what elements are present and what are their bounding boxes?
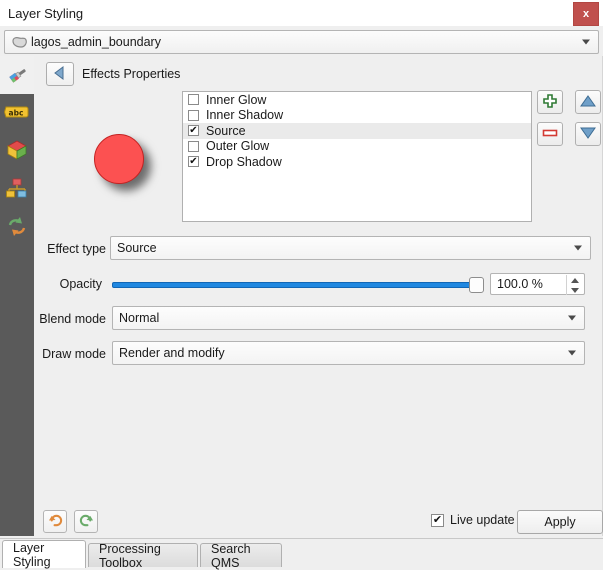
move-up-button[interactable] [575, 90, 601, 114]
effect-type-combo[interactable]: Source [110, 236, 591, 260]
draw-mode-label: Draw mode [42, 347, 106, 361]
undo-button[interactable] [43, 510, 67, 533]
polygon-layer-icon [10, 35, 28, 49]
tab-label: Layer Styling [13, 540, 51, 569]
draw-mode-row: Draw mode Render and modify [34, 341, 603, 368]
move-down-button[interactable] [575, 122, 601, 146]
effect-label: Drop Shadow [206, 154, 282, 169]
styling-sidebar: abc [0, 56, 34, 536]
effects-list[interactable]: Inner Glow Inner Shadow ✔ Source Outer G… [182, 91, 532, 222]
sidebar-item-3d-view[interactable] [0, 132, 34, 170]
tab-layer-styling[interactable]: Layer Styling [2, 540, 86, 569]
history-arrows-icon [5, 214, 29, 241]
spinner-arrows[interactable] [566, 275, 583, 295]
close-icon: x [582, 8, 590, 20]
layer-selector-combo[interactable]: lagos_admin_boundary [4, 30, 599, 54]
blend-mode-combo[interactable]: Normal [112, 306, 585, 330]
spinner-up-icon[interactable] [571, 277, 579, 283]
live-update-check-icon[interactable]: ✔ [431, 513, 444, 527]
opacity-slider[interactable] [112, 277, 484, 293]
undo-arrow-icon [48, 513, 63, 531]
green-plus-icon [542, 93, 558, 112]
effect-label: Source [206, 123, 246, 138]
effect-checkbox[interactable]: ✔ [188, 156, 199, 168]
apply-button[interactable]: Apply [517, 510, 603, 534]
list-item[interactable]: ✔ Source [183, 123, 531, 139]
add-effect-button[interactable] [537, 90, 563, 114]
layer-selector-value: lagos_admin_boundary [31, 35, 161, 49]
preview-circle-shape [94, 134, 144, 184]
opacity-spinbox[interactable]: 100.0 % [490, 273, 585, 295]
back-button[interactable] [46, 62, 74, 86]
window-titlebar: Layer Styling x [0, 0, 603, 26]
panel-action-bar: ✔ Live update Apply [34, 508, 603, 538]
draw-mode-combo[interactable]: Render and modify [112, 341, 585, 365]
red-minus-icon [542, 127, 558, 141]
list-item[interactable]: Inner Shadow [183, 108, 531, 124]
tab-label: Processing Toolbox [99, 541, 161, 570]
redo-button[interactable] [74, 510, 98, 533]
effect-type-value: Source [117, 241, 157, 255]
sidebar-item-diagrams[interactable] [0, 170, 34, 208]
apply-button-label: Apply [544, 515, 576, 529]
list-item[interactable]: ✔ Drop Shadow [183, 154, 531, 170]
opacity-row: Opacity 100.0 % [34, 271, 603, 298]
chevron-down-icon[interactable] [582, 39, 590, 45]
effect-checkbox[interactable] [188, 140, 199, 152]
list-item[interactable]: Outer Glow [183, 139, 531, 155]
sidebar-item-labels[interactable]: abc [0, 94, 34, 132]
effects-properties-panel: Effects Properties Inner Glow Inner Shad… [34, 56, 603, 536]
blend-mode-row: Blend mode Normal [34, 306, 603, 333]
opacity-slider-track [112, 282, 484, 288]
chevron-down-icon[interactable] [568, 350, 576, 356]
abc-labels-icon: abc [3, 103, 30, 124]
blue-up-triangle-icon [580, 94, 596, 111]
blue-down-triangle-icon [580, 126, 596, 143]
chevron-down-icon[interactable] [574, 245, 582, 251]
diagram-icon [5, 176, 29, 203]
effect-checkbox[interactable]: ✔ [188, 125, 199, 137]
effects-list-toolbar [537, 90, 601, 146]
effect-label: Inner Shadow [206, 108, 284, 123]
effect-type-label: Effect type [47, 242, 106, 256]
window-title: Layer Styling [8, 5, 84, 21]
effect-label: Inner Glow [206, 92, 267, 107]
effect-checkbox[interactable] [188, 109, 199, 121]
opacity-value: 100.0 % [497, 277, 543, 291]
remove-effect-button[interactable] [537, 122, 563, 146]
live-update-checkbox[interactable]: ✔ Live update [431, 513, 515, 527]
panel-tabbar: Layer Styling Processing Toolbox Search … [0, 538, 603, 570]
draw-mode-value: Render and modify [119, 346, 225, 360]
svg-text:abc: abc [9, 108, 24, 117]
list-item[interactable]: Inner Glow [183, 92, 531, 108]
effect-settings-form: Effect type Source Opacity 100.0 % Blend [34, 236, 603, 376]
effect-checkbox[interactable] [188, 94, 199, 106]
tab-processing-toolbox[interactable]: Processing Toolbox [88, 541, 198, 570]
effect-label: Outer Glow [206, 139, 270, 154]
chevron-down-icon[interactable] [568, 315, 576, 321]
page-title: Effects Properties [82, 67, 181, 81]
sidebar-item-symbology[interactable] [0, 56, 34, 94]
blend-mode-label: Blend mode [39, 312, 106, 326]
live-update-label: Live update [450, 513, 515, 527]
spinner-down-icon[interactable] [571, 287, 579, 293]
tab-label: Search QMS [211, 541, 251, 570]
paintbrush-symbology-icon [5, 62, 29, 89]
opacity-slider-handle[interactable] [469, 277, 484, 293]
effect-type-row: Effect type Source [34, 236, 603, 263]
close-button[interactable]: x [573, 2, 599, 26]
tab-search-qms[interactable]: Search QMS [200, 541, 282, 570]
sidebar-item-history[interactable] [0, 208, 34, 246]
opacity-label: Opacity [59, 277, 102, 291]
back-arrow-icon [52, 65, 68, 84]
cube-3d-view-icon [5, 138, 29, 165]
redo-arrow-icon [79, 513, 94, 531]
blend-mode-value: Normal [119, 311, 160, 325]
